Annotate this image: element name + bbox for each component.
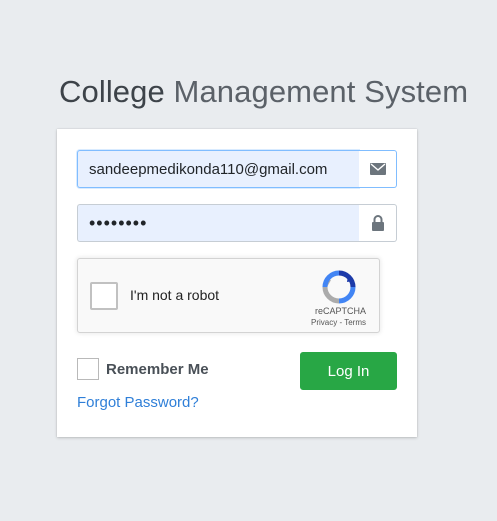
- remember-label: Remember Me: [106, 360, 209, 378]
- password-input-group: [77, 204, 397, 242]
- email-input-group: [77, 150, 397, 188]
- title-bold: College: [59, 74, 165, 109]
- recaptcha-links[interactable]: Privacy - Terms: [311, 318, 366, 327]
- email-input[interactable]: [77, 150, 359, 188]
- remember-me[interactable]: Remember Me: [77, 358, 209, 380]
- recaptcha-logo-icon: [322, 270, 356, 304]
- password-input[interactable]: [77, 204, 359, 242]
- title-rest: Management System: [164, 74, 469, 109]
- lock-icon: [359, 204, 397, 242]
- recaptcha-label: I'm not a robot: [130, 287, 220, 303]
- remember-checkbox[interactable]: [77, 358, 99, 380]
- page-title: College Management System: [59, 74, 468, 110]
- recaptcha-brand: reCAPTCHA: [314, 306, 366, 316]
- envelope-icon: [359, 150, 397, 188]
- recaptcha-widget: I'm not a robot reCAPTCHA Privacy - Term…: [77, 258, 380, 333]
- forgot-password-link[interactable]: Forgot Password?: [77, 394, 199, 411]
- login-card: I'm not a robot reCAPTCHA Privacy - Term…: [57, 129, 417, 437]
- recaptcha-checkbox[interactable]: [90, 282, 118, 310]
- login-button[interactable]: Log In: [300, 352, 397, 390]
